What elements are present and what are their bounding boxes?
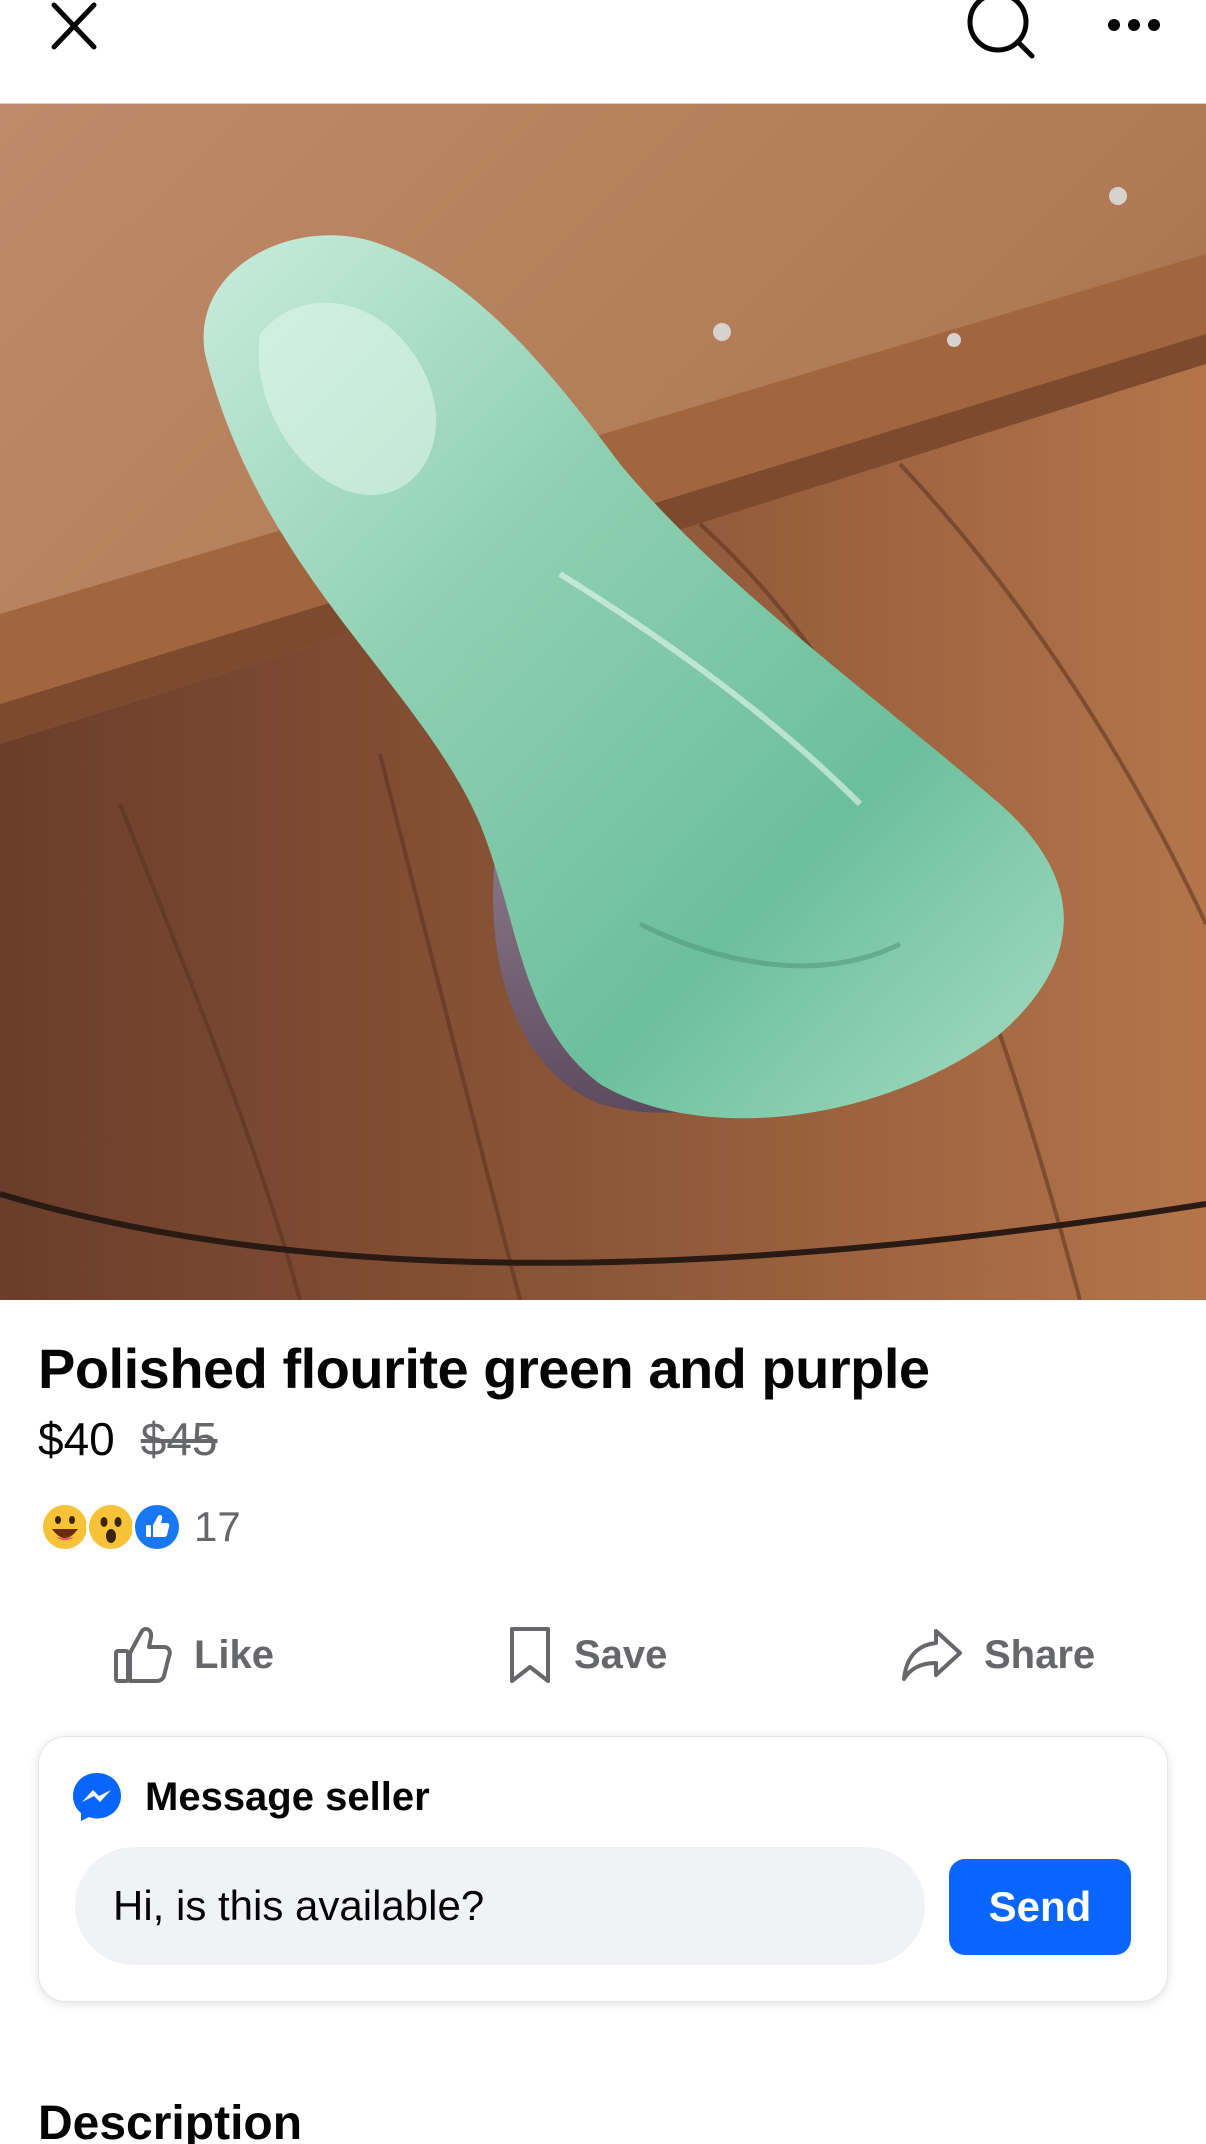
reactions-summary[interactable]: 17	[40, 1502, 241, 1552]
search-icon	[967, 0, 1035, 59]
top-bar	[0, 0, 1206, 104]
price-row: $40 $45	[38, 1412, 218, 1466]
message-seller-header: Message seller	[71, 1771, 430, 1823]
like-reaction-icon	[132, 1502, 182, 1552]
share-label: Share	[984, 1632, 1096, 1677]
close-icon	[51, 2, 97, 50]
description-heading: Description	[38, 2097, 303, 2144]
listing-title: Polished flourite green and purple	[38, 1337, 930, 1400]
action-bar: Like Save Share	[0, 1610, 1206, 1700]
wow-reaction-icon	[86, 1502, 136, 1552]
save-button[interactable]: Save	[506, 1610, 667, 1700]
original-price: $45	[140, 1413, 218, 1465]
messenger-icon	[73, 1773, 121, 1821]
message-seller-card: Message seller Send	[38, 1736, 1168, 2002]
like-label: Like	[194, 1632, 275, 1677]
save-label: Save	[574, 1632, 668, 1677]
bookmark-icon	[510, 1627, 550, 1683]
send-button[interactable]: Send	[949, 1859, 1131, 1955]
like-button[interactable]: Like	[112, 1610, 274, 1700]
close-button[interactable]	[36, 0, 108, 54]
more-options-button[interactable]	[1098, 0, 1170, 50]
thumbs-up-icon	[114, 1627, 172, 1683]
search-button[interactable]	[960, 0, 1044, 62]
message-input[interactable]	[75, 1847, 925, 1965]
current-price: $40	[38, 1413, 115, 1465]
share-button[interactable]: Share	[900, 1610, 1095, 1700]
message-seller-title: Message seller	[145, 1774, 430, 1819]
more-horizontal-icon	[1108, 19, 1160, 31]
product-photo[interactable]	[0, 104, 1206, 1300]
share-arrow-icon	[902, 1629, 962, 1681]
laugh-reaction-icon	[40, 1502, 90, 1552]
reaction-count: 17	[194, 1503, 241, 1550]
